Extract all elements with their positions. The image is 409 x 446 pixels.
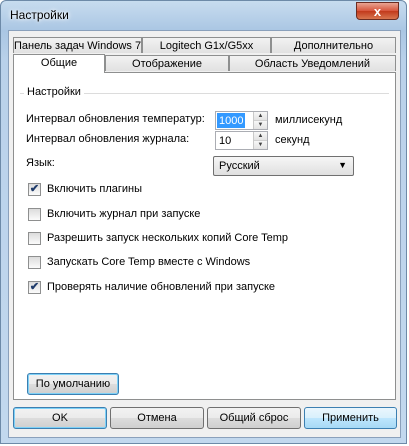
checkbox-label: Запускать Core Temp вместе с Windows — [47, 256, 251, 268]
tab-notification-area[interactable]: Область Уведомлений — [229, 55, 396, 71]
spin-buttons: ▲ ▼ — [253, 132, 267, 149]
window-title: Настройки — [10, 8, 69, 22]
checkbox-box[interactable] — [28, 208, 41, 221]
language-select[interactable]: Русский ▼ — [213, 156, 354, 176]
tab-logitech[interactable]: Logitech G1x/G5xx — [142, 37, 271, 53]
language-select-value: Русский — [219, 160, 260, 172]
tab-label: Общие — [40, 57, 78, 69]
temp-interval-unit: миллисекунд — [275, 114, 343, 126]
log-interval-input[interactable] — [217, 133, 255, 148]
dialog-client-area: Панель задач Windows 7 Logitech G1x/G5xx… — [8, 30, 401, 438]
checkbox-box[interactable] — [28, 256, 41, 269]
tab-advanced[interactable]: Дополнительно — [271, 37, 396, 53]
checkbox-box[interactable] — [28, 232, 41, 245]
restore-defaults-button[interactable]: По умолчанию — [27, 373, 119, 395]
settings-group-label: Настройки — [24, 86, 84, 98]
tab-label: Отображение — [132, 58, 202, 70]
checkbox-box[interactable]: ✔ — [28, 183, 41, 196]
close-icon: x — [373, 4, 382, 19]
spin-up-icon[interactable]: ▲ — [254, 112, 267, 121]
title-bar[interactable]: Настройки x — [1, 1, 406, 31]
spin-up-icon[interactable]: ▲ — [254, 132, 267, 141]
checkbox-label: Включить журнал при запуске — [47, 208, 201, 220]
ok-button[interactable]: OK — [13, 407, 107, 429]
spin-buttons: ▲ ▼ — [253, 112, 267, 129]
temp-interval-input[interactable] — [217, 113, 245, 128]
spin-down-icon[interactable]: ▼ — [254, 141, 267, 149]
log-interval-spinner[interactable]: ▲ ▼ — [215, 131, 268, 150]
checkbox-label: Разрешить запуск нескольких копий Core T… — [47, 232, 289, 244]
checkbox-box[interactable]: ✔ — [28, 281, 41, 294]
tab-label: Область Уведомлений — [254, 58, 371, 70]
tab-label: Logitech G1x/G5xx — [159, 40, 254, 52]
reset-all-button[interactable]: Общий сброс — [207, 407, 301, 429]
spin-down-icon[interactable]: ▼ — [254, 121, 267, 129]
checkbox-label: Включить плагины — [47, 183, 143, 195]
temp-interval-label: Интервал обновления температур: — [26, 113, 205, 125]
log-interval-label: Интервал обновления журнала: — [26, 133, 190, 145]
checkbox-label: Проверять наличие обновлений при запуске — [47, 281, 276, 293]
tab-general[interactable]: Общие — [13, 54, 105, 73]
close-button[interactable]: x — [356, 2, 399, 20]
tab-windows7-taskbar[interactable]: Панель задач Windows 7 — [13, 37, 142, 53]
settings-window: Настройки x Панель задач Windows 7 Logit… — [0, 0, 407, 444]
chevron-down-icon: ▼ — [338, 160, 347, 170]
language-label: Язык: — [26, 157, 55, 169]
cancel-button[interactable]: Отмена — [110, 407, 204, 429]
temp-interval-spinner[interactable]: ▲ ▼ — [215, 111, 268, 130]
tab-display[interactable]: Отображение — [105, 55, 229, 71]
log-interval-unit: секунд — [275, 134, 310, 146]
tab-label: Панель задач Windows 7 — [14, 40, 142, 52]
tab-label: Дополнительно — [293, 40, 374, 52]
general-tab-panel: Настройки Интервал обновления температур… — [13, 72, 396, 400]
apply-button[interactable]: Применить — [304, 407, 397, 429]
